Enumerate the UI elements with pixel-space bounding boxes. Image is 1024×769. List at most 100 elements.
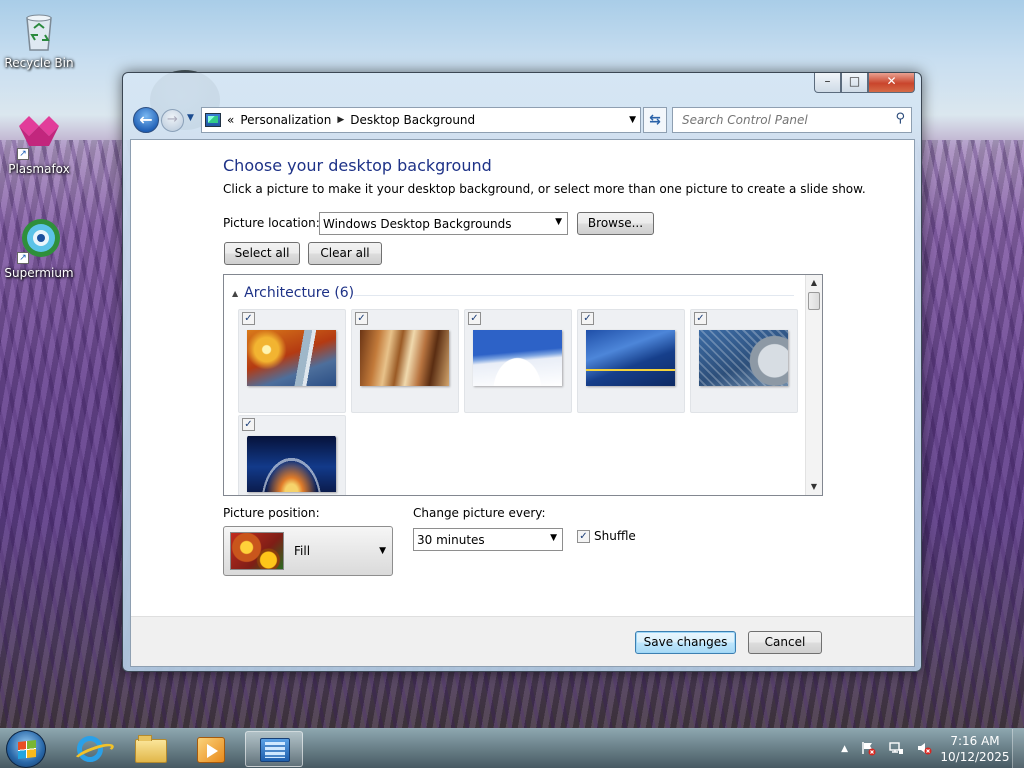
taskbar-control-panel[interactable] [245,731,303,767]
collapse-triangle-icon[interactable]: ▲ [232,289,238,298]
close-button[interactable]: ✕ [868,73,915,93]
change-picture-select[interactable]: 30 minutes ▼ [413,528,563,551]
forward-button[interactable]: → [161,109,184,132]
architecture-thumbnail [586,330,675,386]
network-icon[interactable] [888,740,904,759]
window-controls: – □ ✕ [814,73,915,93]
taskbar-media-player[interactable] [182,731,240,767]
gallery-item[interactable]: ✓ [577,309,685,413]
clear-all-button[interactable]: Clear all [308,242,382,265]
show-desktop-button[interactable] [1012,729,1024,769]
show-hidden-icons-icon[interactable]: ▲ [841,744,848,754]
search-box[interactable]: ⚲ [672,107,912,133]
taskbar-file-explorer[interactable] [121,731,179,767]
content-pane: Choose your desktop background Click a p… [130,139,915,667]
cancel-button[interactable]: Cancel [748,631,822,654]
address-bar[interactable]: « Personalization ▶ Desktop Background ▼ [201,107,641,133]
arrow-right-icon: → [167,112,178,127]
desktop-icon-plasmafox[interactable]: ↗ Plasmafox [4,112,74,176]
search-input[interactable] [680,109,880,131]
desktop-icon-label: Recycle Bin [4,56,74,70]
chevron-down-icon: ▼ [555,217,562,227]
refresh-button[interactable]: ⇆ [643,107,667,133]
architecture-thumbnail [247,436,336,492]
windows-logo-icon [18,740,36,759]
shortcut-arrow-icon: ↗ [17,148,29,160]
search-icon[interactable]: ⚲ [895,111,905,126]
desktop-icon-recycle-bin[interactable]: Recycle Bin [4,6,74,70]
maximize-button[interactable]: □ [841,73,868,93]
file-explorer-icon [135,735,167,763]
desktop-icon-label: Supermium [4,266,74,280]
save-changes-button[interactable]: Save changes [635,631,736,654]
picture-gallery: ▲ Architecture (6) ✓ ✓ ✓ ✓ ✓ ✓ ▲ ▼ [223,274,823,496]
shuffle-option[interactable]: ✓ Shuffle [577,529,636,543]
gallery-item[interactable]: ✓ [464,309,572,413]
scroll-up-icon[interactable]: ▲ [806,275,822,291]
minimize-button[interactable]: – [814,73,841,93]
architecture-thumbnail [247,330,336,386]
clock-date: 10/12/2025 [940,750,1010,764]
item-checkbox[interactable]: ✓ [242,418,255,431]
start-button[interactable] [6,730,46,768]
action-center-icon[interactable] [860,740,876,759]
chevron-down-icon: ▼ [379,546,386,556]
desktop-icon-supermium[interactable]: ↗ Supermium [4,216,74,280]
item-checkbox[interactable]: ✓ [355,312,368,325]
picture-location-value: Windows Desktop Backgrounds [323,216,512,231]
architecture-thumbnail [360,330,449,386]
control-panel-icon [205,113,221,127]
picture-position-label: Picture position: [223,506,320,520]
gallery-item[interactable]: ✓ [351,309,459,413]
page-description: Click a picture to make it your desktop … [223,182,866,196]
group-divider [354,295,794,296]
desktop-icon-label: Plasmafox [8,162,70,176]
dialog-footer: Save changes Cancel [131,616,914,666]
address-dropdown-icon[interactable]: ▼ [629,115,636,125]
shortcut-arrow-icon: ↗ [17,252,29,264]
navigation-bar: ← → ▼ « Personalization ▶ Desktop Backgr… [131,107,913,135]
recycle-bin-icon [15,6,63,54]
architecture-thumbnail [699,330,788,386]
scroll-down-icon[interactable]: ▼ [806,479,822,495]
media-player-icon [197,737,225,763]
item-checkbox[interactable]: ✓ [581,312,594,325]
breadcrumb: « Personalization ▶ Desktop Background [227,113,475,127]
shuffle-checkbox[interactable]: ✓ [577,529,590,543]
internet-explorer-icon [77,736,103,762]
back-button[interactable]: ← [133,107,159,133]
gallery-item[interactable]: ✓ [238,309,346,413]
gallery-scrollbar[interactable]: ▲ ▼ [805,275,822,495]
clock-time: 7:16 AM [950,734,1000,748]
architecture-thumbnail [473,330,562,386]
picture-location-select[interactable]: Windows Desktop Backgrounds ▼ [319,212,568,235]
control-panel-icon [260,738,290,762]
picture-position-select[interactable]: Fill ▼ [223,526,393,576]
browse-button[interactable]: Browse... [577,212,654,235]
taskbar-internet-explorer[interactable] [60,731,118,767]
page-title: Choose your desktop background [223,156,492,175]
chevron-down-icon: ▼ [550,533,557,543]
gallery-item[interactable]: ✓ [238,415,346,495]
breadcrumb-separator-icon[interactable]: ▶ [337,115,344,125]
volume-muted-icon[interactable] [916,740,932,759]
arrow-left-icon: ← [139,110,153,129]
scrollbar-thumb[interactable] [808,292,820,310]
breadcrumb-personalization[interactable]: Personalization [240,113,331,127]
clock[interactable]: 7:16 AM 10/12/2025 [938,733,1012,765]
select-all-button[interactable]: Select all [224,242,300,265]
system-tray: ▲ 7:16 AM 10/12/2025 [835,729,1024,769]
supermium-icon: ↗ [15,216,63,264]
gallery-item[interactable]: ✓ [690,309,798,413]
item-checkbox[interactable]: ✓ [242,312,255,325]
picture-location-label: Picture location: [223,216,320,230]
breadcrumb-desktop-background[interactable]: Desktop Background [350,113,475,127]
plasmafox-icon: ↗ [15,112,63,160]
breadcrumb-overflow[interactable]: « [227,113,234,127]
shuffle-label: Shuffle [594,529,636,543]
item-checkbox[interactable]: ✓ [468,312,481,325]
group-header-architecture[interactable]: ▲ Architecture (6) [232,285,354,301]
recent-pages-dropdown[interactable]: ▼ [187,113,194,123]
picture-position-value: Fill [294,544,311,558]
item-checkbox[interactable]: ✓ [694,312,707,325]
